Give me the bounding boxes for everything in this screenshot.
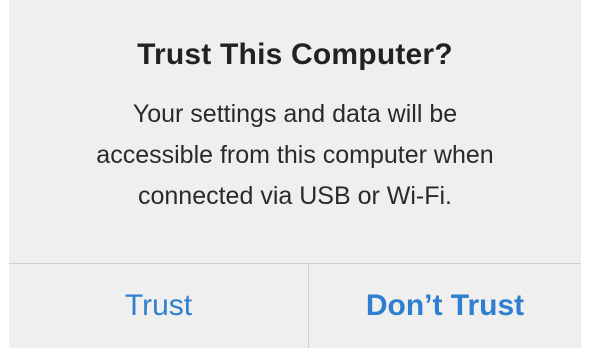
alert-message: Your settings and data will be accessibl… [9, 94, 581, 217]
alert-message-line: connected via USB or Wi-Fi. [138, 182, 452, 210]
alert-message-line: Your settings and data will be [132, 100, 458, 128]
trust-alert-dialog: Trust This Computer? Your settings and d… [9, 0, 581, 348]
alert-title: Trust This Computer? [137, 38, 453, 71]
trust-button[interactable]: Trust [9, 264, 308, 348]
alert-message-line: accessible from this computer when [96, 141, 494, 169]
dont-trust-button[interactable]: Don’t Trust [309, 264, 581, 348]
